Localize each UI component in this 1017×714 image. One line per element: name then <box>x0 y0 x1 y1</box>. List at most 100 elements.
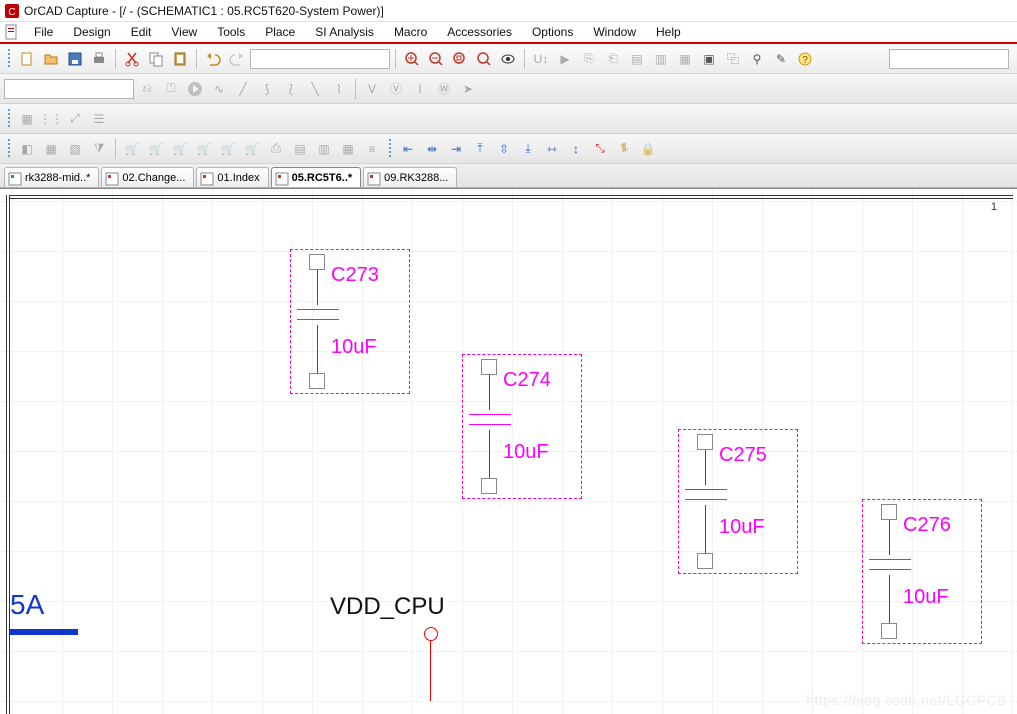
tab-05-rc5t6[interactable]: 05.RC5T6..* <box>271 167 362 187</box>
menu-si-analysis[interactable]: SI Analysis <box>305 23 384 41</box>
place-part-icon[interactable]: ⎌ <box>136 78 158 100</box>
circle-v-icon[interactable]: Ⓥ <box>385 78 407 100</box>
cart-list-icon[interactable]: 🛒 <box>217 138 239 160</box>
run-icon[interactable] <box>184 78 206 100</box>
i-icon[interactable]: I <box>409 78 431 100</box>
cut-icon[interactable] <box>121 48 143 70</box>
menu-place[interactable]: Place <box>255 23 305 41</box>
capacitor-pin-top[interactable] <box>481 359 497 375</box>
capacitor-pin-top[interactable] <box>697 434 713 450</box>
capacitor-C273[interactable]: C273 10uF <box>290 249 410 394</box>
view-icon[interactable] <box>497 48 519 70</box>
redo-icon[interactable] <box>226 48 248 70</box>
align-center-h-icon[interactable]: ⇹ <box>421 138 443 160</box>
place-net-icon[interactable]: ⏍ <box>160 78 182 100</box>
w-icon[interactable]: Ⓦ <box>433 78 455 100</box>
capacitor-value-label[interactable]: 10uF <box>903 586 949 609</box>
distribute-h-icon[interactable]: ⇿ <box>541 138 563 160</box>
tab-09-rk3288[interactable]: 09.RK3288... <box>363 167 457 187</box>
capacitor-ref-label[interactable]: C276 <box>903 514 951 537</box>
align-right-icon[interactable]: ⇥ <box>445 138 467 160</box>
zoom-area-icon[interactable] <box>449 48 471 70</box>
arrow-right-icon[interactable]: ➤ <box>457 78 479 100</box>
capacitor-pin-bottom[interactable] <box>697 553 713 569</box>
zoom-fit-icon[interactable] <box>473 48 495 70</box>
vflip-icon[interactable]: ⥮ <box>613 138 635 160</box>
drc-icon[interactable]: ✎ <box>770 48 792 70</box>
distribute-v-icon[interactable]: ↕ <box>565 138 587 160</box>
grid-icon[interactable]: ▦ <box>674 48 696 70</box>
paste-icon[interactable] <box>169 48 191 70</box>
marker-icon[interactable]: ◧ <box>16 138 38 160</box>
capacitor-ref-label[interactable]: C275 <box>719 444 767 467</box>
tab-rk3288-mid[interactable]: rk3288-mid..* <box>4 167 99 187</box>
help-icon[interactable]: ? <box>794 48 816 70</box>
zoom-in-icon[interactable] <box>401 48 423 70</box>
cart-add-icon[interactable]: 🛒 <box>121 138 143 160</box>
u-icon[interactable]: U↕ <box>530 48 552 70</box>
print-icon[interactable] <box>88 48 110 70</box>
capacitor-C274[interactable]: C274 10uF <box>462 354 582 499</box>
tab-02-change[interactable]: 02.Change... <box>101 167 194 187</box>
coil-right-icon[interactable]: ⟆ <box>256 78 278 100</box>
menu-options[interactable]: Options <box>522 23 583 41</box>
slash-right-icon[interactable]: ╲ <box>304 78 326 100</box>
capacitor-pin-top[interactable] <box>881 504 897 520</box>
capacitor-C275[interactable]: C275 10uF <box>678 429 798 574</box>
grip-icon[interactable] <box>7 139 11 159</box>
undo-icon[interactable] <box>202 48 224 70</box>
hierarchy-down-icon[interactable]: ▤ <box>626 48 648 70</box>
table-icon[interactable]: ▤ <box>289 138 311 160</box>
tab-01-index[interactable]: 01.Index <box>196 167 268 187</box>
capacitor-ref-label[interactable]: C274 <box>503 369 551 392</box>
group2-icon[interactable]: ▧ <box>64 138 86 160</box>
schematic-canvas[interactable]: 1 C273 10uF C274 10uF C275 10uF <box>0 188 1017 714</box>
snap-icon[interactable]: ⤢ <box>64 108 86 130</box>
coil-icon[interactable]: ⌇ <box>328 78 350 100</box>
align-center-v-icon[interactable]: ⇳ <box>493 138 515 160</box>
layers-icon[interactable]: ☰ <box>88 108 110 130</box>
copy-icon[interactable] <box>145 48 167 70</box>
menu-window[interactable]: Window <box>583 23 646 41</box>
align-bottom-icon[interactable]: ⤓ <box>517 138 539 160</box>
coil-left-icon[interactable]: ⟅ <box>280 78 302 100</box>
waveform-icon[interactable]: ∿ <box>208 78 230 100</box>
capacitor-C276[interactable]: C276 10uF <box>862 499 982 644</box>
align-top-icon[interactable]: ⤒ <box>469 138 491 160</box>
open-icon[interactable] <box>40 48 62 70</box>
align-left-icon[interactable]: ⇤ <box>397 138 419 160</box>
capacitor-pin-bottom[interactable] <box>481 478 497 494</box>
menu-design[interactable]: Design <box>63 23 120 41</box>
grip-icon[interactable] <box>7 109 11 129</box>
save-icon[interactable] <box>64 48 86 70</box>
lock-icon[interactable]: 🔒 <box>637 138 659 160</box>
find-combo[interactable] <box>250 49 390 69</box>
next-icon[interactable]: ▶ <box>554 48 576 70</box>
new-icon[interactable] <box>16 48 38 70</box>
menu-accessories[interactable]: Accessories <box>437 23 522 41</box>
slash-left-icon[interactable]: ╱ <box>232 78 254 100</box>
props-icon[interactable]: ▦ <box>337 138 359 160</box>
sim-profile-combo[interactable] <box>4 79 134 99</box>
find-icon[interactable]: ⚲ <box>746 48 768 70</box>
menu-file[interactable]: File <box>24 23 63 41</box>
select-area-icon[interactable]: ▣ <box>698 48 720 70</box>
menu-edit[interactable]: Edit <box>121 23 162 41</box>
cart-remove-icon[interactable]: 🛒 <box>145 138 167 160</box>
report-icon[interactable]: ▥ <box>313 138 335 160</box>
capacitor-ref-label[interactable]: C273 <box>331 264 379 287</box>
script-icon[interactable]: ⎙ <box>265 138 287 160</box>
capacitor-pin-bottom[interactable] <box>881 623 897 639</box>
hierarchy-up-icon[interactable]: ▥ <box>650 48 672 70</box>
grip-icon[interactable] <box>388 139 392 159</box>
v-icon[interactable]: V <box>361 78 383 100</box>
menu-tools[interactable]: Tools <box>207 23 255 41</box>
capacitor-value-label[interactable]: 10uF <box>503 441 549 464</box>
grip-icon[interactable] <box>7 49 11 69</box>
resize-icon[interactable]: ⤡ <box>589 138 611 160</box>
next-sheet-icon[interactable]: ⎗ <box>602 48 624 70</box>
list-icon[interactable]: ≡ <box>361 138 383 160</box>
cart-icon[interactable]: 🛒 <box>169 138 191 160</box>
net-terminal-icon[interactable] <box>424 627 438 641</box>
zoom-out-icon[interactable] <box>425 48 447 70</box>
